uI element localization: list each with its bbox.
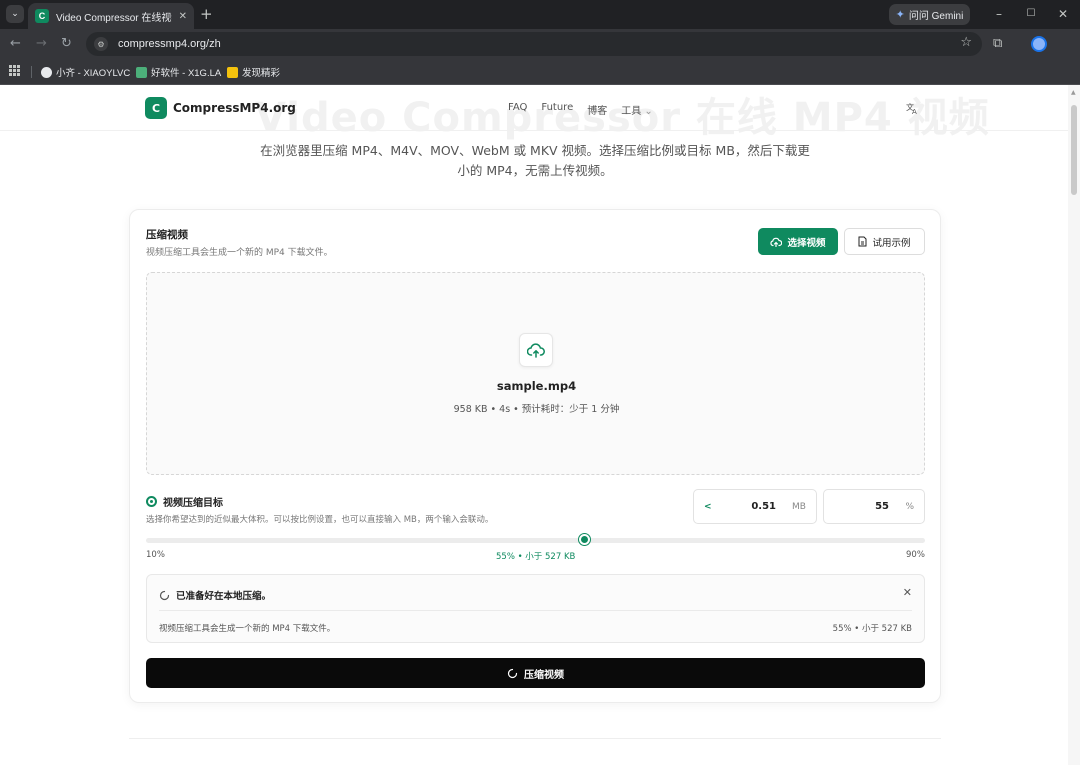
site-nav: FAQ Future 博客 工具 ⌄ <box>508 102 653 117</box>
document-icon <box>858 236 867 247</box>
target-percent-unit: % <box>905 502 914 512</box>
page-scrollbar[interactable]: ▲ <box>1068 85 1080 765</box>
bookmark-item[interactable]: 好软件 - X1G.LA <box>136 65 221 79</box>
slider-readout: 55% • 小于 527 KB <box>496 552 576 562</box>
active-tab[interactable]: C Video Compressor 在线视频压 ✕ <box>28 3 194 29</box>
compression-slider-thumb[interactable] <box>578 534 590 545</box>
chevron-down-icon: ⌄ <box>644 106 653 117</box>
status-heading: 已准备好在本地压缩。 <box>159 588 271 602</box>
file-name: sample.mp4 <box>496 379 577 393</box>
status-close-icon[interactable]: ✕ <box>903 586 912 599</box>
upload-cloud-icon <box>519 333 553 367</box>
logo-text: CompressMP4.org <box>173 101 296 115</box>
browser-toolbar: ← → ↻ ⚙ compressmp4.org/zh ☆ ⧉ <box>0 29 1080 59</box>
nav-future[interactable]: Future <box>541 102 573 117</box>
gemini-label: 问问 Gemini <box>908 11 964 22</box>
bookmark-favicon-icon <box>41 66 52 78</box>
compress-card: 压缩视频 视频压缩工具会生成一个新的 MP4 下载文件。 选择视频 试用示例 s… <box>129 209 941 703</box>
target-mb-unit: MB <box>792 502 806 512</box>
reload-icon[interactable]: ↻ <box>61 36 72 52</box>
section-divider <box>129 738 941 739</box>
bookmark-item[interactable]: 小齐 - XIAOYLVC <box>41 65 130 79</box>
bookmark-item[interactable]: 发现精彩 <box>227 65 280 79</box>
minimize-button[interactable]: – <box>991 6 1007 22</box>
bookmark-label: 好软件 - X1G.LA <box>151 68 222 79</box>
nav-tools[interactable]: 工具 ⌄ <box>621 102 653 117</box>
target-mb-input[interactable]: < 0.51 MB <box>693 489 817 524</box>
nav-blog[interactable]: 博客 <box>587 102 607 117</box>
site-info-icon[interactable]: ⚙ <box>94 37 108 51</box>
bookmark-favicon-icon <box>227 66 238 78</box>
tab-search-button[interactable]: ⌄ <box>6 5 24 23</box>
address-bar[interactable]: ⚙ compressmp4.org/zh ☆ <box>86 32 982 56</box>
tab-title: Video Compressor 在线视频压 <box>56 12 172 24</box>
tab-favicon: C <box>35 9 49 23</box>
bookmarks-bar: 小齐 - XIAOYLVC 好软件 - X1G.LA 发现精彩 <box>0 59 1080 85</box>
card-title: 压缩视频 <box>146 229 188 241</box>
video-dropzone[interactable]: sample.mp4 958 KB • 4s • 预计耗时：少于 1 分钟 <box>146 272 925 475</box>
maximize-button[interactable]: ☐ <box>1023 6 1039 22</box>
status-description: 视频压缩工具会生成一个新的 MP4 下载文件。 <box>159 624 336 634</box>
target-icon <box>146 496 157 507</box>
bookmarks-separator <box>31 66 32 78</box>
site-header: C CompressMP4.org FAQ Future 博客 工具 ⌄ 文A <box>0 85 1068 131</box>
upload-cloud-icon <box>770 237 783 247</box>
chevron-down-icon: ⌄ <box>11 9 19 19</box>
page-viewport: Video Compressor 在线 MP4 视频 C CompressMP4… <box>0 85 1080 765</box>
status-target-summary: 55% • 小于 527 KB <box>832 624 912 634</box>
svg-text:A: A <box>912 108 917 115</box>
compression-target-description: 选择你希望达到的近似最大体积。可以按比例设置，也可以直接输入 MB，两个输入会联… <box>146 515 494 525</box>
url-text: compressmp4.org/zh <box>118 38 221 50</box>
window-close-button[interactable]: ✕ <box>1055 6 1071 22</box>
select-video-button[interactable]: 选择视频 <box>758 228 838 255</box>
less-than-prefix: < <box>704 502 712 512</box>
nav-faq[interactable]: FAQ <box>508 102 527 117</box>
bookmark-favicon-icon <box>136 66 147 78</box>
back-arrow-icon[interactable]: ← <box>10 36 21 52</box>
site-logo[interactable]: C CompressMP4.org <box>145 97 296 119</box>
slider-max-label: 90% <box>906 550 925 560</box>
bookmark-label: 发现精彩 <box>242 68 281 79</box>
profile-avatar[interactable] <box>1031 36 1047 52</box>
compression-slider-track[interactable] <box>146 538 925 543</box>
translate-icon[interactable]: 文A <box>906 101 920 118</box>
forward-arrow-icon[interactable]: → <box>36 36 47 52</box>
try-sample-button[interactable]: 试用示例 <box>844 228 925 255</box>
compression-target-label: 视频压缩目标 <box>146 494 223 509</box>
card-description: 视频压缩工具会生成一个新的 MP4 下载文件。 <box>146 248 333 258</box>
tab-close-icon[interactable]: ✕ <box>179 11 187 22</box>
bookmark-star-icon[interactable]: ☆ <box>960 35 972 50</box>
loading-spinner-icon <box>159 590 170 600</box>
slider-min-label: 10% <box>146 550 165 560</box>
target-percent-value: 55 <box>875 501 889 512</box>
page-subtitle: 在浏览器里压缩 MP4、M4V、MOV、WebM 或 MKV 视频。选择压缩比例… <box>260 143 810 178</box>
gemini-button[interactable]: ✦ 问问 Gemini <box>889 4 970 25</box>
apps-grid-icon[interactable] <box>9 65 20 76</box>
status-panel: 已准备好在本地压缩。 ✕ 视频压缩工具会生成一个新的 MP4 下载文件。 55%… <box>146 574 925 643</box>
scrollbar-thumb[interactable] <box>1071 105 1077 195</box>
new-tab-button[interactable]: + <box>200 6 213 22</box>
compress-video-button[interactable]: 压缩视频 <box>146 658 925 688</box>
tab-bar: ⌄ C Video Compressor 在线视频压 ✕ + ✦ 问问 Gemi… <box>0 0 1080 29</box>
file-meta: 958 KB • 4s • 预计耗时：少于 1 分钟 <box>453 404 620 415</box>
logo-mark: C <box>145 97 167 119</box>
target-mb-value: 0.51 <box>751 501 776 512</box>
status-divider <box>159 610 912 611</box>
scroll-up-icon[interactable]: ▲ <box>1071 89 1076 96</box>
loading-spinner-icon <box>507 668 518 678</box>
target-percent-input[interactable]: 55 % <box>823 489 925 524</box>
bookmark-label: 小齐 - XIAOYLVC <box>56 68 131 79</box>
extensions-icon[interactable]: ⧉ <box>993 36 1002 52</box>
sparkle-icon: ✦ <box>895 9 905 21</box>
